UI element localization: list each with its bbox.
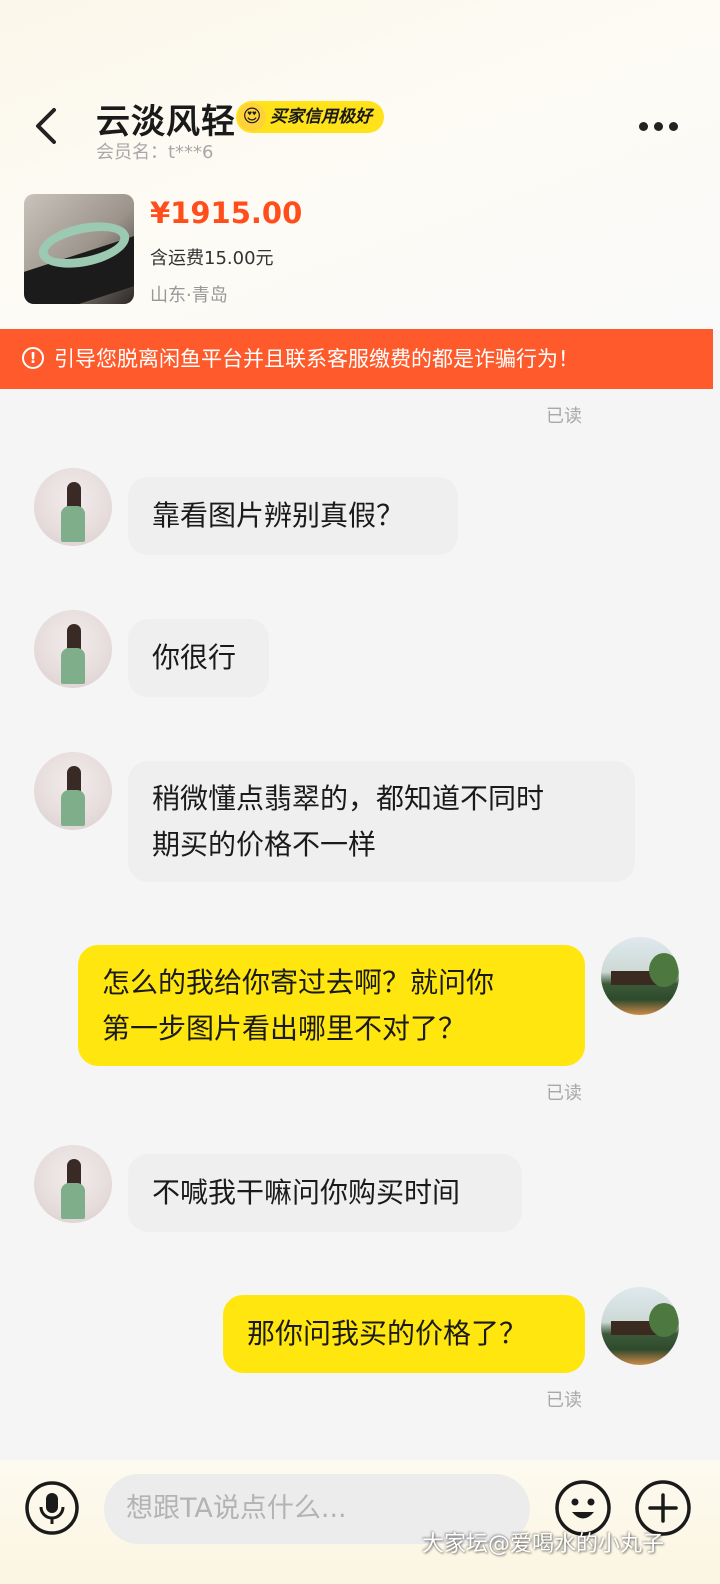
message-text-line: 第一步图片看出哪里不对了？	[102, 1011, 467, 1045]
message-text-line: 稍微懂点翡翠的，都知道不同时	[152, 781, 545, 815]
fraud-warning-text: 引导您脱离闲鱼平台并且联系客服缴费的都是诈骗行为！	[54, 347, 579, 371]
avatar-dress	[61, 648, 85, 684]
message-text: 那你问我买的价格了？	[247, 1317, 528, 1350]
message-bubble-self[interactable]: 那你问我买的价格了？	[223, 1295, 585, 1373]
product-price: ¥1915.00	[150, 196, 303, 230]
message-bubble[interactable]: 稍微懂点翡翠的，都知道不同时 期买的价格不一样	[128, 761, 635, 882]
product-location: 山东·青岛	[150, 285, 228, 306]
avatar-dress	[61, 790, 85, 826]
avatar-tree	[649, 953, 679, 987]
message-input-placeholder: 想跟TA说点什么...	[126, 1493, 347, 1524]
other-avatar[interactable]	[34, 1145, 112, 1223]
product-thumbnail[interactable]	[24, 194, 134, 304]
message-text: 你很行	[152, 641, 237, 674]
heart-eyes-icon: 😍	[238, 103, 266, 131]
more-icon-dot	[639, 122, 648, 131]
more-button[interactable]	[636, 110, 690, 144]
message-text: 靠看图片辨别真假？	[152, 499, 405, 532]
member-name: 会员名：t***6	[96, 142, 214, 163]
warning-icon: !	[22, 347, 44, 369]
voice-button[interactable]	[24, 1480, 80, 1536]
avatar-dress	[61, 506, 85, 542]
message-text: 不喊我干嘛问你购买时间	[152, 1176, 461, 1209]
product-shipping: 含运费15.00元	[150, 248, 274, 269]
read-status: 已读	[546, 406, 582, 427]
message-text-line: 期买的价格不一样	[152, 827, 377, 861]
credit-badge-label: 买家信用极好	[270, 107, 372, 127]
watermark: 大家坛@爱喝水的小丸子	[422, 1532, 665, 1557]
message-bubble[interactable]: 不喊我干嘛问你购买时间	[128, 1154, 522, 1232]
self-avatar[interactable]	[601, 937, 679, 1015]
message-text-line: 怎么的我给你寄过去啊？就问你	[102, 965, 495, 999]
message-bubble-self[interactable]: 怎么的我给你寄过去啊？就问你 第一步图片看出哪里不对了？	[78, 945, 585, 1066]
other-avatar[interactable]	[34, 752, 112, 830]
self-avatar[interactable]	[601, 1287, 679, 1365]
more-icon-dot	[669, 122, 678, 131]
back-arrow-icon	[36, 108, 56, 144]
message-bubble[interactable]: 你很行	[128, 619, 269, 697]
credit-badge: 😍 买家信用极好	[236, 101, 384, 133]
more-icon-dot	[654, 122, 663, 131]
chat-title: 云淡风轻	[96, 102, 236, 142]
avatar-tree	[649, 1303, 679, 1337]
message-bubble[interactable]: 靠看图片辨别真假？	[128, 477, 458, 555]
fraud-warning-banner: ! 引导您脱离闲鱼平台并且联系客服缴费的都是诈骗行为！	[0, 329, 713, 389]
other-avatar[interactable]	[34, 468, 112, 546]
avatar-dress	[61, 1183, 85, 1219]
read-status: 已读	[546, 1083, 582, 1104]
other-avatar[interactable]	[34, 610, 112, 688]
back-button[interactable]	[22, 102, 70, 150]
read-status: 已读	[546, 1390, 582, 1411]
microphone-icon	[25, 1481, 79, 1535]
